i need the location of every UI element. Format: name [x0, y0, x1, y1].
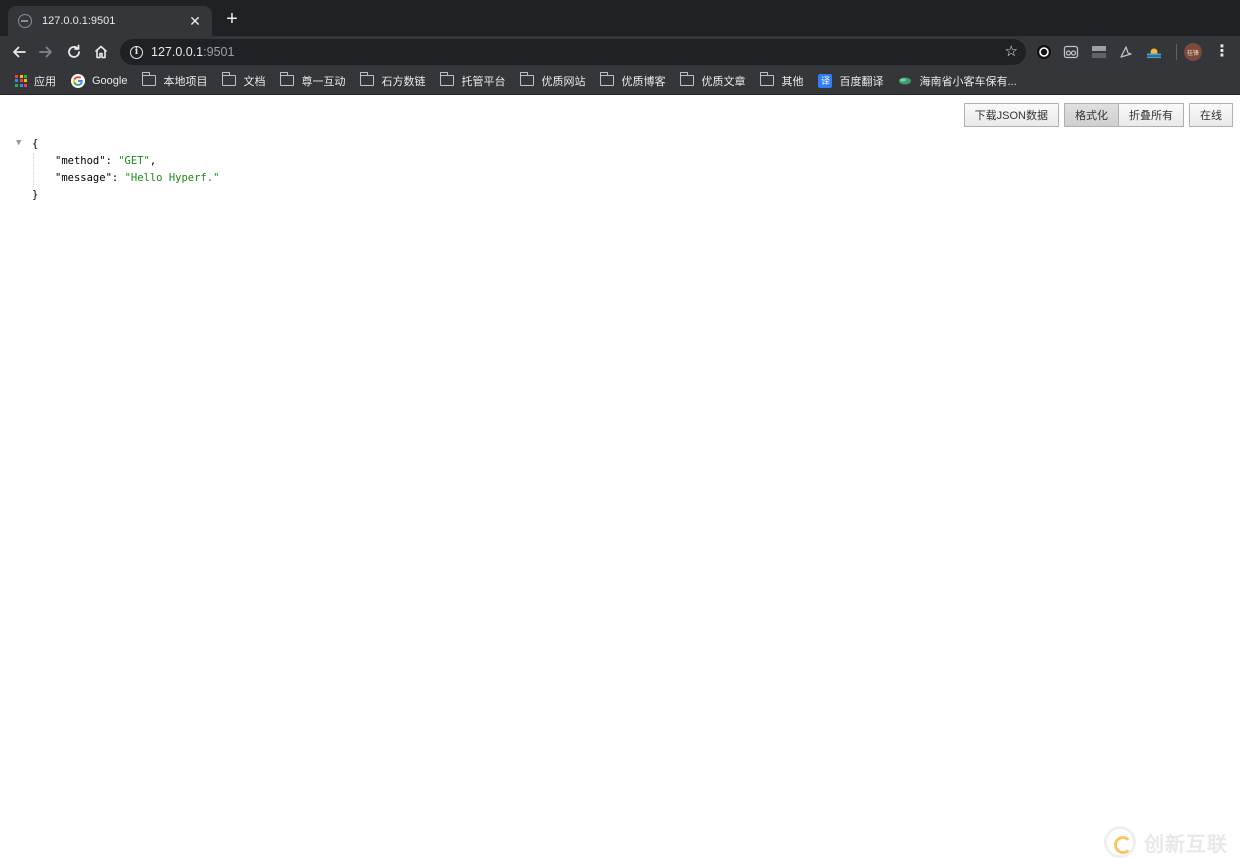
- watermark: 创新互联: [1104, 826, 1228, 858]
- bookmark-folder-other[interactable]: 其他: [756, 70, 807, 92]
- record-extension-icon[interactable]: [1036, 44, 1052, 60]
- arrow-right-icon: [39, 46, 52, 58]
- bookmark-google[interactable]: Google: [67, 70, 131, 92]
- bookmark-label: 优质网站: [541, 75, 586, 88]
- download-json-button[interactable]: 下载JSON数据: [963, 103, 1059, 127]
- tab-title: 127.0.0.1:9501: [42, 15, 116, 27]
- bookmark-folder-docs[interactable]: 文档: [218, 70, 269, 92]
- reader-extension-icon[interactable]: [1063, 44, 1079, 60]
- bookmarks-bar: 应用 Google 本地项目 文档 尊一互动 石方数链 托管平台 优质网站 优质…: [0, 67, 1240, 95]
- collapse-toggle-icon[interactable]: ▼: [16, 136, 21, 150]
- json-row: "message": "Hello Hyperf.": [55, 170, 219, 187]
- home-icon: [94, 45, 108, 59]
- json-viewer-toolbar: 下载JSON数据 格式化 折叠所有 在线: [963, 103, 1233, 127]
- json-object-body: "method": "GET", "message": "Hello Hyper…: [33, 153, 219, 187]
- collapse-all-button[interactable]: 折叠所有: [1119, 103, 1184, 127]
- online-button[interactable]: 在线: [1189, 103, 1233, 127]
- toolbar-separator: [1176, 44, 1177, 60]
- folder-icon: [600, 72, 615, 86]
- bookmark-label: 托管平台: [461, 75, 506, 88]
- bookmark-folder-sites[interactable]: 优质网站: [516, 70, 589, 92]
- reload-icon: [68, 44, 80, 58]
- folder-icon: [222, 72, 237, 86]
- home-button[interactable]: [90, 41, 112, 63]
- json-value: "Hello Hyperf.": [124, 172, 220, 184]
- apps-grid-icon: [15, 74, 27, 87]
- tab-strip: 127.0.0.1:9501 ✕ +: [0, 0, 1240, 36]
- bookmark-label: 石方数链: [381, 75, 426, 88]
- bookmark-label: 本地项目: [163, 75, 208, 88]
- layout-extension-icon[interactable]: [1091, 44, 1107, 60]
- bookmark-label: 应用: [34, 75, 56, 88]
- url-host: 127.0.0.1: [151, 45, 204, 59]
- tab-active[interactable]: 127.0.0.1:9501 ✕: [8, 6, 212, 36]
- bookmark-folder-hosting[interactable]: 托管平台: [436, 70, 509, 92]
- bookmark-label: 百度翻译: [839, 75, 884, 88]
- bookmark-label: 文档: [243, 75, 266, 88]
- close-tab-icon[interactable]: ✕: [188, 14, 202, 28]
- profile-avatar[interactable]: 桂锋: [1184, 43, 1202, 61]
- bookmark-folder-blogs[interactable]: 优质博客: [596, 70, 669, 92]
- format-button[interactable]: 格式化: [1064, 103, 1119, 127]
- browser-toolbar: i 127.0.0.1:9501 ☆ 桂锋 ⋮: [0, 36, 1240, 67]
- cursor-extension-icon[interactable]: [1118, 44, 1134, 60]
- json-value: "GET": [118, 155, 150, 167]
- arrow-left-icon: [13, 46, 26, 58]
- json-close-brace: }: [32, 189, 39, 201]
- url-port: :9501: [203, 45, 235, 59]
- sunrise-extension-icon[interactable]: [1146, 44, 1162, 60]
- folder-icon: [520, 72, 535, 86]
- bookmark-folder-shifang[interactable]: 石方数链: [356, 70, 429, 92]
- bookmark-folder-zunyi[interactable]: 尊一互动: [276, 70, 349, 92]
- new-tab-button[interactable]: +: [222, 9, 242, 29]
- folder-icon: [142, 72, 157, 86]
- json-tree: ▼ { "method": "GET", "message": "Hello H…: [16, 136, 219, 204]
- bookmark-label: 其他: [781, 75, 804, 88]
- bookmark-label: 优质博客: [621, 75, 666, 88]
- bookmark-label: 海南省小客车保有...: [919, 75, 1017, 88]
- bookmark-folder-articles[interactable]: 优质文章: [676, 70, 749, 92]
- browser-menu-icon[interactable]: ⋮: [1214, 44, 1230, 60]
- bookmark-baidu-translate[interactable]: 译百度翻译: [814, 70, 887, 92]
- back-button[interactable]: [8, 41, 30, 63]
- bookmark-hainan[interactable]: 海南省小客车保有...: [894, 70, 1020, 92]
- bookmark-label: 尊一互动: [301, 75, 346, 88]
- bookmark-label: 优质文章: [701, 75, 746, 88]
- json-row: "method": "GET",: [55, 153, 219, 170]
- folder-icon: [760, 72, 775, 86]
- watermark-text: 创新互联: [1144, 833, 1228, 856]
- bookmark-star-icon[interactable]: ☆: [1005, 43, 1018, 61]
- folder-icon: [440, 72, 455, 86]
- watermark-logo-icon: [1104, 826, 1136, 858]
- bookmark-label: Google: [92, 74, 128, 87]
- json-key: "method": [55, 155, 106, 167]
- json-key: "message": [55, 172, 112, 184]
- leaf-icon: [899, 77, 912, 84]
- google-icon: [71, 73, 85, 88]
- translate-icon: 译: [818, 73, 833, 88]
- folder-icon: [360, 72, 375, 86]
- json-separator: :: [105, 155, 119, 167]
- page-content: 下载JSON数据 格式化 折叠所有 在线 ▼ { "method": "GET"…: [0, 96, 1240, 858]
- info-icon[interactable]: i: [130, 45, 143, 59]
- forward-button[interactable]: [35, 41, 57, 63]
- bookmark-apps[interactable]: 应用: [11, 70, 60, 92]
- folder-icon: [280, 72, 295, 86]
- globe-icon: [18, 14, 32, 28]
- bookmark-folder-local-projects[interactable]: 本地项目: [138, 70, 211, 92]
- json-trailing-comma: ,: [149, 155, 157, 167]
- reload-button[interactable]: [63, 41, 85, 63]
- folder-icon: [680, 72, 695, 86]
- json-open-brace: {: [32, 138, 39, 150]
- address-bar[interactable]: i 127.0.0.1:9501 ☆: [120, 39, 1026, 65]
- json-separator: :: [111, 172, 125, 184]
